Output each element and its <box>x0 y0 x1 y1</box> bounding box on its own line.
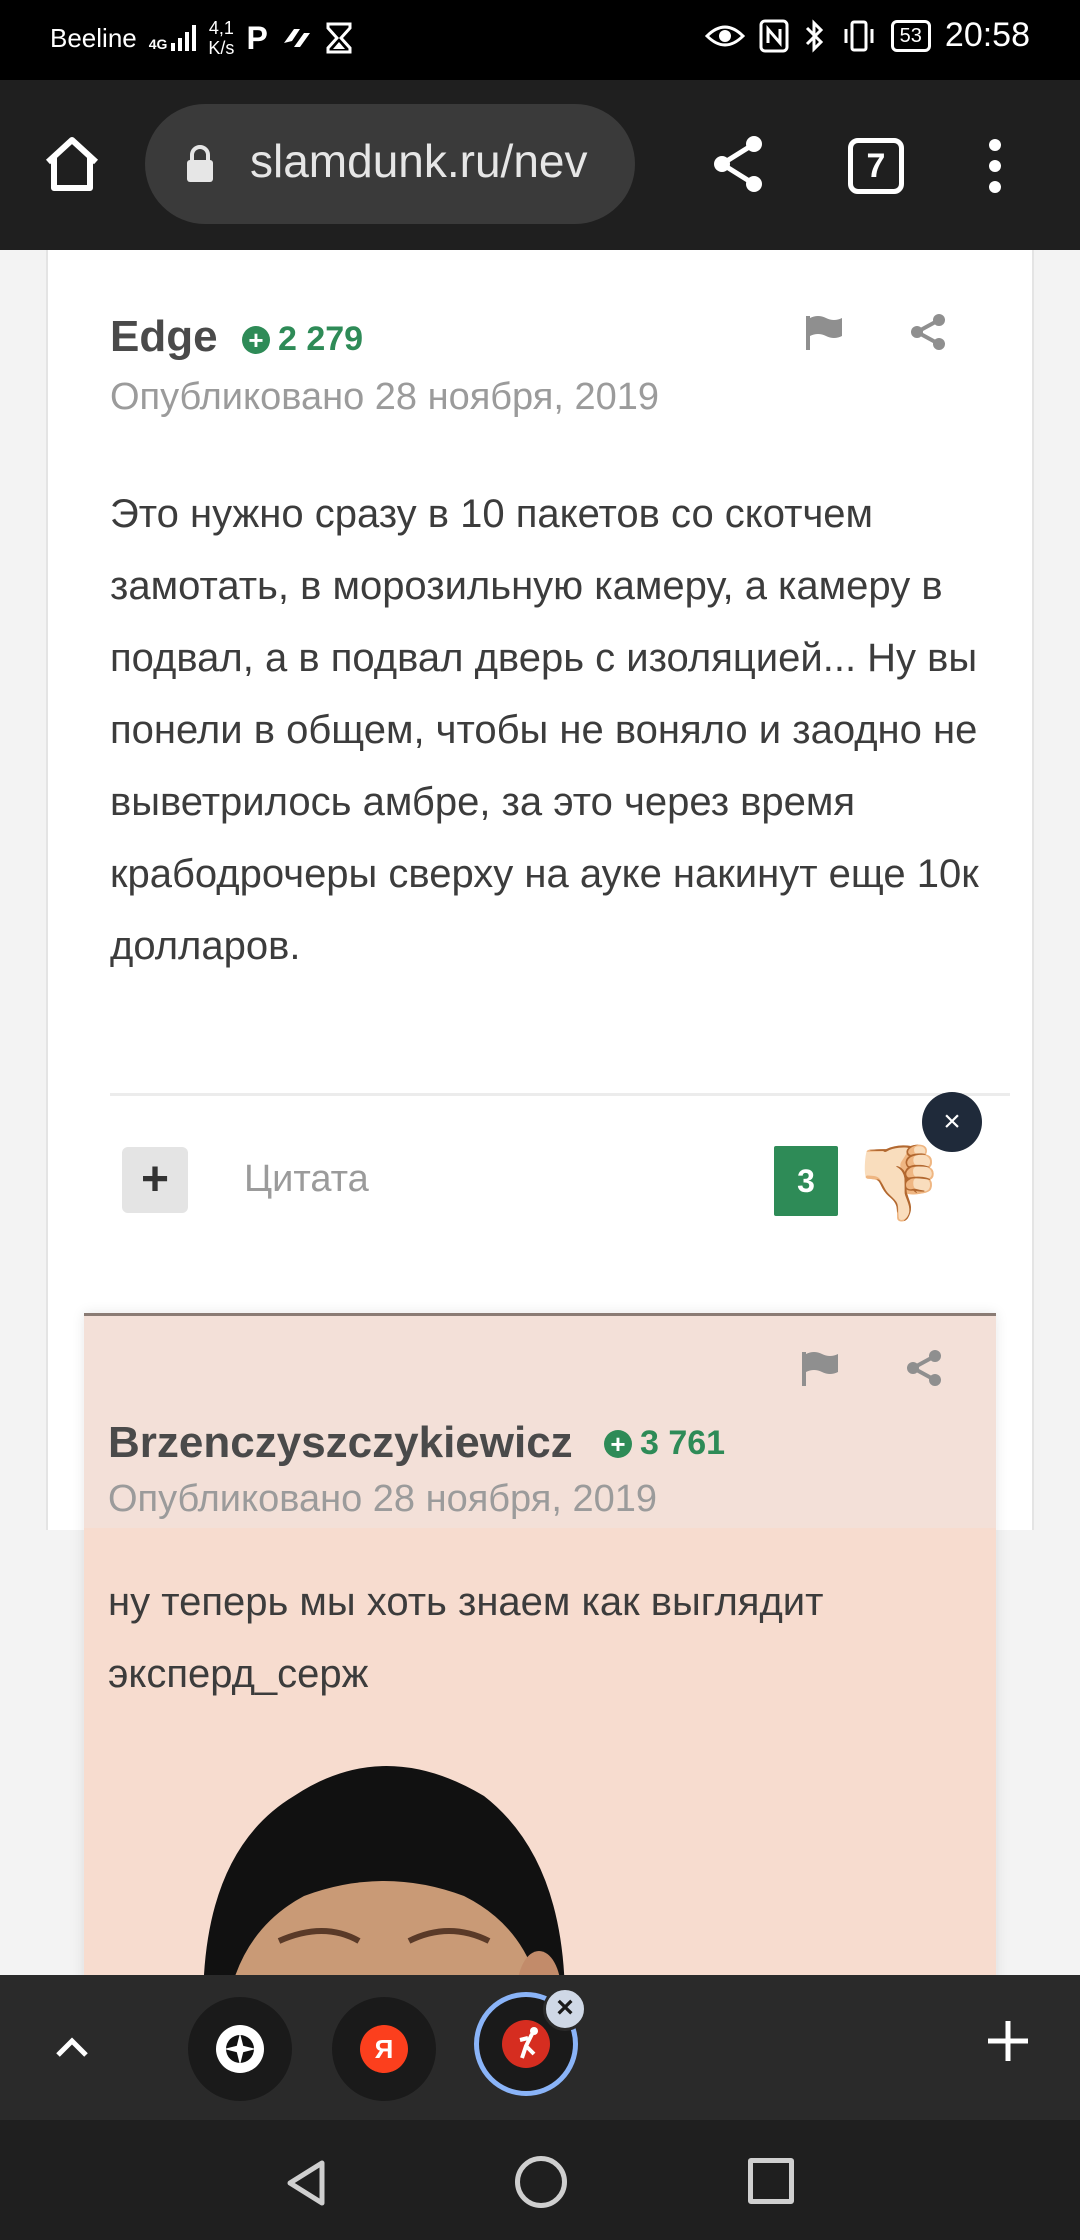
thumbs-down-icon[interactable]: 👎🏻 <box>852 1138 944 1228</box>
reputation-badge: + 2 279 <box>242 320 363 359</box>
meme-image <box>203 1766 565 1975</box>
parking-app-icon: P <box>246 19 268 56</box>
network-type: 4G <box>148 36 168 52</box>
reputation-value: 2 279 <box>278 320 364 358</box>
home-button[interactable] <box>515 2156 567 2208</box>
tab-strip: Я × <box>0 1975 1080 2120</box>
post-author[interactable]: Brzenczyszczykiewicz <box>108 1418 573 1468</box>
close-tab-button[interactable]: × <box>543 1987 587 2031</box>
more-menu-icon[interactable] <box>985 138 1005 194</box>
reaction-count[interactable]: 3 <box>774 1146 838 1216</box>
chevron-up-icon[interactable] <box>52 2027 92 2067</box>
link-app-icon <box>283 29 310 47</box>
browser-toolbar: slamdunk.ru/nev 7 <box>0 80 1080 250</box>
url-text: slamdunk.ru/nev <box>250 135 588 187</box>
post-date: Опубликовано 28 ноября, 2019 <box>110 376 659 418</box>
post-date: Опубликовано 28 ноября, 2019 <box>108 1478 657 1520</box>
report-flag-icon[interactable] <box>800 1348 840 1388</box>
divider <box>110 1093 1010 1096</box>
post-body: Это нужно сразу в 10 пакетов со скотчем … <box>110 492 979 968</box>
reputation-plus-icon: + <box>242 325 270 354</box>
address-bar[interactable]: slamdunk.ru/nev <box>145 104 635 224</box>
page-content: Edge + 2 279 Опубликовано 28 ноября, 201… <box>0 250 1080 1975</box>
reputation-value: 3 761 <box>640 1424 726 1462</box>
vibrate-icon <box>844 20 874 51</box>
svg-text:Я: Я <box>375 2034 394 2064</box>
share-icon[interactable] <box>710 134 766 194</box>
remove-reaction-button[interactable]: × <box>922 1092 982 1152</box>
share-post-icon[interactable] <box>904 1348 944 1388</box>
post-body: ну теперь мы хоть знаем как выглядит экс… <box>108 1580 824 1696</box>
system-nav-bar <box>0 2120 1080 2240</box>
tab-favicon-yandex[interactable]: Я <box>332 1997 436 2101</box>
lock-icon <box>187 145 213 182</box>
yandex-icon: Я <box>360 2025 408 2073</box>
nfc-icon <box>759 19 789 52</box>
new-tab-icon[interactable] <box>984 2017 1032 2065</box>
compass-icon <box>216 2025 264 2073</box>
share-post-icon[interactable] <box>908 312 948 352</box>
reputation-badge: + 3 761 <box>604 1424 725 1463</box>
battery-level: 53 <box>890 19 931 52</box>
post-author[interactable]: Edge <box>110 312 218 362</box>
hourglass-icon <box>326 22 352 54</box>
tab-favicon-compass[interactable] <box>188 1997 292 2101</box>
report-flag-icon[interactable] <box>804 312 844 352</box>
carrier-name: Beeline <box>50 22 137 53</box>
cellular-signal-icon: 4G <box>149 25 197 51</box>
multiquote-add-button[interactable]: + <box>122 1147 188 1213</box>
bluetooth-icon <box>805 18 823 53</box>
quote-button[interactable]: Цитата <box>244 1158 369 1201</box>
back-icon[interactable] <box>282 2158 332 2208</box>
basketball-player-icon <box>502 2020 550 2068</box>
recents-button[interactable] <box>748 2158 794 2204</box>
clock: 20:58 <box>944 16 1030 54</box>
post-header: Brzenczyszczykiewicz + 3 761 Опубликован… <box>84 1316 996 1528</box>
reputation-plus-icon: + <box>604 1429 632 1458</box>
network-speed: 4,1 K/s <box>208 18 235 58</box>
forum-post-highlighted: Brzenczyszczykiewicz + 3 761 Опубликован… <box>84 1313 996 1975</box>
status-bar: Beeline 4G 4,1 K/s P 53 20:58 <box>0 0 1080 80</box>
eye-icon <box>704 25 745 46</box>
home-icon[interactable] <box>40 132 104 196</box>
tab-switcher-button[interactable]: 7 <box>848 138 904 194</box>
